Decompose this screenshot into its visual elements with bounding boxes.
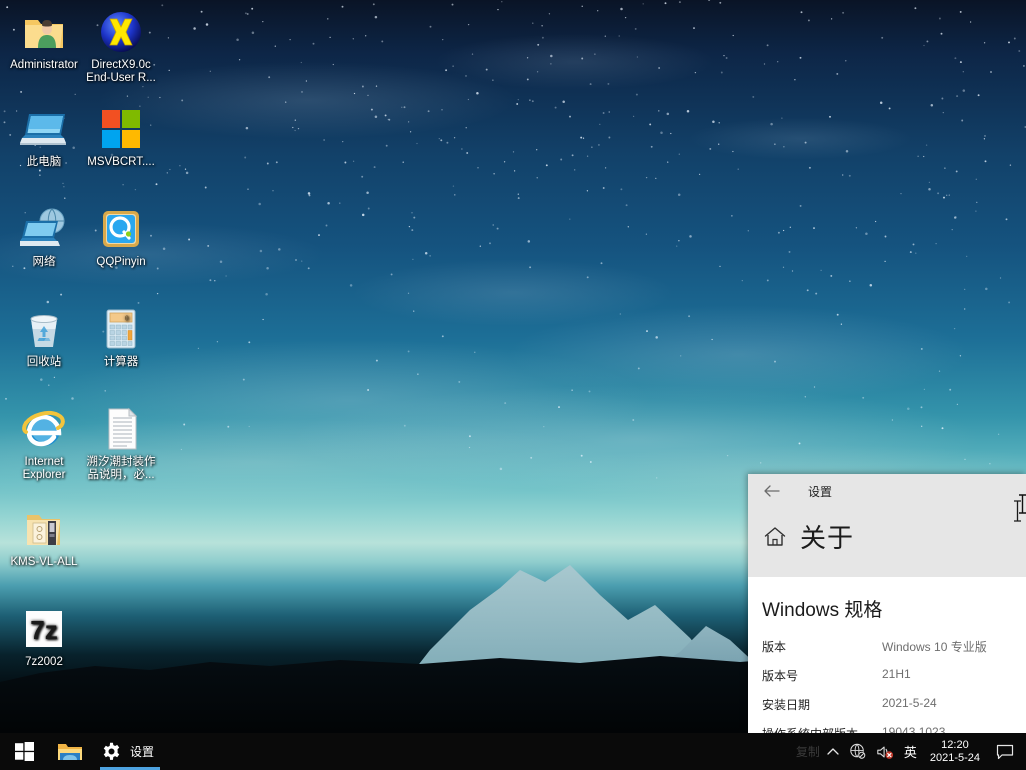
taskbar: 设置 复制 英 12:20 2021-5-24 — [0, 733, 1026, 770]
spec-row: 版本 Windows 10 专业版 — [762, 638, 1026, 655]
desktop-icon-7z2002[interactable]: 7z 7z2002 — [5, 605, 83, 669]
spec-row: 操作系统内部版本 19043.1023 — [762, 725, 1026, 733]
gear-icon — [103, 742, 120, 760]
desktop-icon-administrator[interactable]: Administrator — [5, 8, 83, 72]
desktop-icon-network[interactable]: 网络 — [5, 205, 83, 269]
tray-clock[interactable]: 12:20 2021-5-24 — [922, 733, 988, 770]
section-heading: Windows 规格 — [762, 600, 883, 621]
tray-ime-indicator[interactable]: 英 — [899, 733, 922, 770]
desktop-icon-label: 溯汐潮封装作品说明，必... — [86, 456, 156, 481]
qqpinyin-icon — [97, 205, 145, 253]
taskbar-settings-task[interactable]: 设置 — [92, 733, 168, 770]
page-title: 关于 — [800, 523, 855, 553]
tray-action-center[interactable] — [988, 733, 1024, 770]
start-button[interactable] — [0, 733, 48, 770]
desktop-icon-kms-vl-all[interactable]: KMS-VL-ALL — [5, 505, 83, 569]
chevron-up-icon — [827, 748, 839, 755]
desktop-icon-label: 网络 — [32, 256, 56, 268]
desktop-icon-label: Administrator — [10, 59, 78, 71]
settings-header: 设置 关于 — [748, 474, 1026, 577]
user-folder-icon — [20, 8, 68, 56]
archive-folder-icon — [20, 505, 68, 553]
network-icon — [20, 205, 68, 253]
about-header: 关于 — [748, 508, 1026, 555]
directx-icon — [97, 8, 145, 56]
action-center-icon — [996, 744, 1014, 759]
desktop-icon-label: Internet Explorer — [22, 456, 66, 481]
clock-time: 12:20 — [941, 738, 969, 751]
desktop-icon-label: 7z2002 — [25, 656, 63, 668]
text-document-icon — [97, 405, 145, 453]
desktop-icon-label: QQPinyin — [96, 256, 146, 268]
spec-row: 安装日期 2021-5-24 — [762, 696, 1026, 713]
taskbar-settings-label: 设置 — [130, 745, 155, 759]
desktop-icon-qqpinyin[interactable]: QQPinyin — [82, 205, 160, 269]
spec-key: 安装日期 — [762, 698, 811, 712]
desktop-screen: Administrator DirectX9.0c End-User R... — [0, 0, 1026, 770]
tray-ghost-text: 复制 — [795, 745, 820, 759]
svg-text:0: 0 — [125, 315, 129, 323]
desktop-icon-label: 计算器 — [103, 356, 139, 368]
settings-titlebar: 设置 — [748, 474, 1026, 508]
spec-value: 21H1 — [882, 667, 911, 681]
file-explorer-icon — [58, 743, 82, 760]
volume-muted-icon — [877, 746, 893, 759]
7zip-icon: 7z — [20, 605, 68, 653]
desktop-icon-label: KMS-VL-ALL — [10, 556, 78, 568]
spec-key: 操作系统内部版本 — [762, 725, 882, 733]
spec-row: 版本号 21H1 — [762, 667, 1026, 684]
system-tray: 复制 英 12:20 2021-5-24 — [794, 733, 1026, 770]
tray-network-icon[interactable] — [844, 733, 871, 770]
taskbar-file-explorer[interactable] — [48, 733, 92, 770]
text-cursor-icon — [1013, 500, 1022, 522]
spec-key: 版本号 — [762, 669, 799, 683]
desktop-icon-this-pc[interactable]: 此电脑 — [5, 105, 83, 169]
desktop-icon-recycle-bin[interactable]: 回收站 — [5, 305, 83, 369]
windows-start-icon — [14, 742, 34, 761]
calculator-icon: 0 — [97, 305, 145, 353]
svg-text:7z: 7z — [30, 615, 57, 645]
back-button[interactable] — [756, 478, 788, 504]
internet-explorer-icon — [20, 405, 68, 453]
settings-window-title: 设置 — [808, 484, 833, 499]
spec-value: 2021-5-24 — [882, 696, 937, 710]
spec-key: 版本 — [762, 640, 787, 654]
tray-volume-icon[interactable] — [871, 733, 899, 770]
desktop-icon-directx[interactable]: DirectX9.0c End-User R... — [82, 8, 160, 85]
clock-date: 2021-5-24 — [929, 751, 980, 764]
spec-value: 19043.1023 — [882, 725, 946, 733]
back-arrow-icon — [764, 485, 780, 497]
desktop-icon-calculator[interactable]: 0 计算器 — [82, 305, 160, 369]
spec-value: Windows 10 专业版 — [882, 640, 987, 654]
recycle-bin-icon — [20, 305, 68, 353]
tray-show-hidden-icons[interactable] — [822, 733, 844, 770]
desktop-icon-label: 回收站 — [26, 356, 62, 368]
desktop-icon-msvbcrt[interactable]: MSVBCRT.... — [82, 105, 160, 169]
desktop-icon-internet-explorer[interactable]: Internet Explorer — [5, 405, 83, 482]
network-disconnected-icon — [850, 743, 866, 760]
desktop-icon-label: DirectX9.0c End-User R... — [86, 59, 156, 84]
settings-content: Windows 规格 版本 Windows 10 专业版 版本号 21H1 安装… — [748, 577, 1026, 733]
desktop-icon-label: MSVBCRT.... — [87, 156, 155, 168]
windows-logo-icon — [97, 105, 145, 153]
settings-window[interactable]: 设置 关于 Windows 规格 版本 Windows 10 专业版 版本号 2… — [748, 474, 1026, 733]
desktop-icon-readme-doc[interactable]: 溯汐潮封装作品说明，必... — [82, 405, 160, 482]
desktop-icon-label: 此电脑 — [26, 156, 62, 168]
home-icon[interactable] — [762, 524, 788, 550]
computer-icon — [20, 105, 68, 153]
